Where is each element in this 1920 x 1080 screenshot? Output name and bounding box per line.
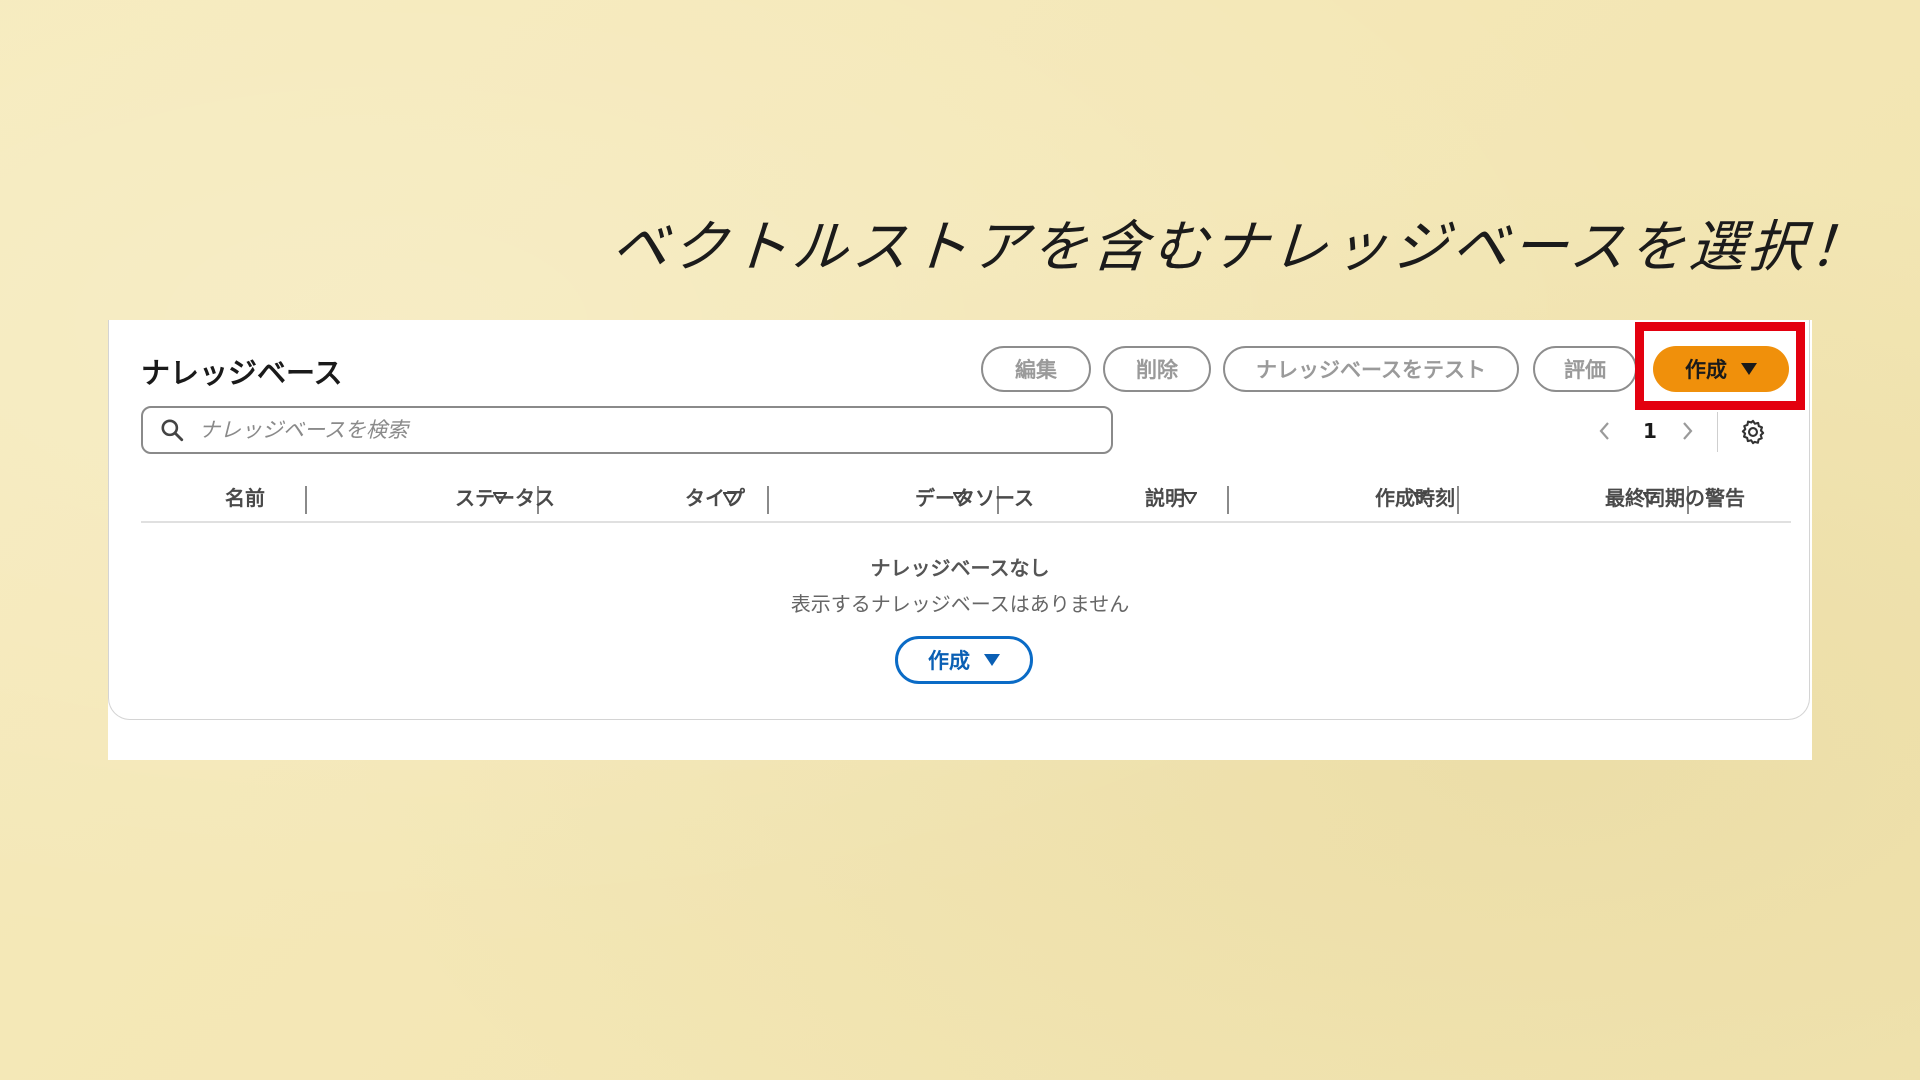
column-separator [1227, 486, 1229, 514]
prev-page-button[interactable] [1597, 416, 1611, 446]
table-header-divider [141, 521, 1791, 523]
column-separator [767, 486, 769, 514]
column-header-last-sync-warning[interactable]: 最終同期の警告 [1605, 482, 1745, 511]
next-page-button[interactable] [1681, 416, 1695, 446]
page-number[interactable]: 1 [1643, 416, 1657, 446]
column-separator [305, 486, 307, 514]
page-title: ナレッジベース [141, 356, 343, 390]
highlight-box [1635, 322, 1805, 410]
column-header-description[interactable]: 説明 [1145, 482, 1185, 511]
search-icon [161, 419, 184, 442]
empty-state-message: 表示するナレッジベースはありません [790, 592, 1130, 616]
search-box[interactable] [141, 406, 1113, 454]
pager-divider [1717, 412, 1718, 452]
column-header-created-time[interactable]: 作成時刻 [1375, 482, 1455, 511]
edit-button[interactable]: 編集 [981, 346, 1091, 392]
evaluate-button[interactable]: 評価 [1533, 346, 1637, 392]
annotation-caption: ベクトルストアを含むナレッジベースを選択！ [609, 215, 1872, 280]
chevron-left-icon [1599, 422, 1609, 440]
delete-button[interactable]: 削除 [1103, 346, 1211, 392]
empty-state-create-button[interactable]: 作成 [895, 636, 1033, 684]
caret-down-icon [984, 654, 1000, 666]
search-input[interactable] [197, 417, 1101, 443]
test-knowledge-base-button[interactable]: ナレッジベースをテスト [1223, 346, 1519, 392]
knowledge-base-panel-wrapper: ナレッジベース 編集 削除 ナレッジベースをテスト 評価 作成 1 [108, 320, 1812, 760]
chevron-right-icon [1683, 422, 1693, 440]
empty-state-create-label: 作成 [928, 649, 970, 673]
table-header: 名前 ステータス タイプ データソース 説明 作成時刻 最終同期の警告 [141, 478, 1791, 524]
gear-icon[interactable] [1739, 418, 1767, 446]
column-header-status[interactable]: ステータス [455, 482, 555, 511]
column-header-name[interactable]: 名前 [225, 482, 265, 511]
knowledge-base-panel: ナレッジベース 編集 削除 ナレッジベースをテスト 評価 作成 1 [108, 320, 1810, 720]
column-header-data-source[interactable]: データソース [915, 482, 1034, 511]
column-header-type[interactable]: タイプ [685, 482, 745, 511]
empty-state-title: ナレッジベースなし [870, 556, 1050, 580]
current-page: 1 [1643, 419, 1657, 443]
sort-icon[interactable] [1183, 492, 1197, 504]
column-separator [1457, 486, 1459, 514]
